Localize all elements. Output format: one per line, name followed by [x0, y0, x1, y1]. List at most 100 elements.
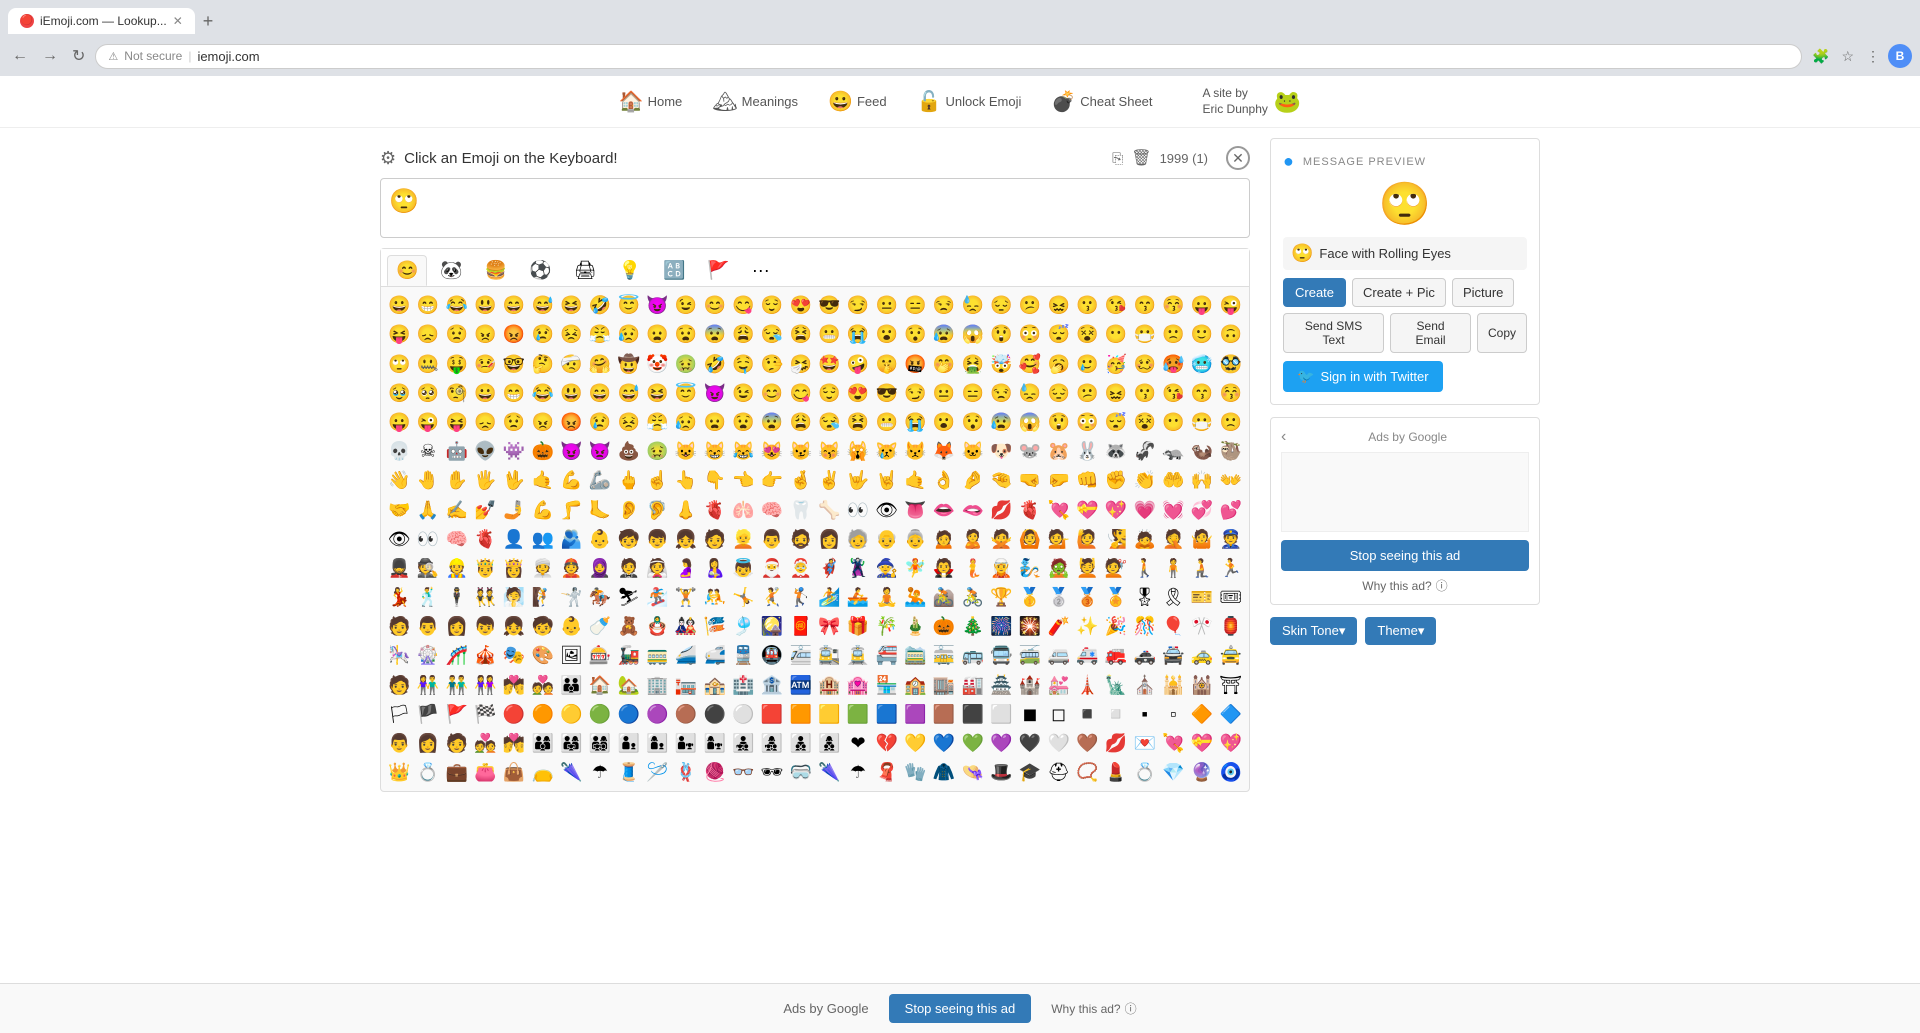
emoji-cell[interactable]: 🟪: [901, 700, 930, 729]
emoji-cell[interactable]: 🚊: [844, 641, 873, 670]
nav-home[interactable]: 🏠 Home: [619, 89, 683, 114]
emoji-cell[interactable]: 🚋: [930, 641, 959, 670]
emoji-cell[interactable]: 🧒: [528, 612, 557, 641]
emoji-cell[interactable]: 🏳: [385, 700, 414, 729]
emoji-cell[interactable]: 🤎: [1073, 729, 1102, 758]
emoji-cell[interactable]: 💕: [1216, 496, 1245, 525]
emoji-cell[interactable]: 🙃: [1216, 320, 1245, 349]
emoji-cell[interactable]: 🧨: [1044, 612, 1073, 641]
emoji-cell[interactable]: 👿: [586, 437, 615, 466]
emoji-cell[interactable]: 👆: [672, 466, 701, 495]
emoji-cell[interactable]: 🌂: [815, 758, 844, 787]
emoji-cell[interactable]: 😩: [729, 320, 758, 349]
emoji-cell[interactable]: 😋: [786, 379, 815, 408]
emoji-cell[interactable]: 😰: [987, 408, 1016, 437]
emoji-cell[interactable]: 🔶: [1188, 700, 1217, 729]
emoji-cell[interactable]: 🟩: [844, 700, 873, 729]
emoji-cell[interactable]: 💞: [1188, 496, 1217, 525]
emoji-input-area[interactable]: 🙄: [380, 178, 1250, 238]
emoji-cell[interactable]: 💪: [557, 466, 586, 495]
emoji-cell[interactable]: 😖: [1044, 291, 1073, 320]
emoji-cell[interactable]: 🦴: [815, 496, 844, 525]
close-button[interactable]: ✕: [1226, 146, 1250, 170]
emoji-cell[interactable]: 🟤: [672, 700, 701, 729]
emoji-cell[interactable]: 👨‍👩‍👧‍👦: [586, 729, 615, 758]
emoji-cell[interactable]: ⬛: [958, 700, 987, 729]
emoji-cell[interactable]: 🤢: [672, 350, 701, 379]
emoji-cell[interactable]: 👰: [643, 554, 672, 583]
emoji-cell[interactable]: 🏡: [614, 671, 643, 700]
emoji-cell[interactable]: 😴: [1044, 320, 1073, 349]
emoji-cell[interactable]: 😊: [700, 291, 729, 320]
nav-unlock-emoji[interactable]: 🔓 Unlock Emoji: [917, 89, 1022, 114]
emoji-cell[interactable]: 🏂: [643, 583, 672, 612]
emoji-cell[interactable]: 🚝: [872, 641, 901, 670]
emoji-cell[interactable]: 👨: [385, 729, 414, 758]
emoji-cell[interactable]: 😏: [901, 379, 930, 408]
nav-feed[interactable]: 😀 Feed: [828, 89, 887, 114]
emoji-cell[interactable]: 😀: [385, 291, 414, 320]
emoji-cell[interactable]: ▫: [1159, 700, 1188, 729]
emoji-cell[interactable]: 🙌: [1188, 466, 1217, 495]
emoji-cell[interactable]: 👨‍👦: [614, 729, 643, 758]
emoji-cell[interactable]: 👊: [1073, 466, 1102, 495]
emoji-cell[interactable]: 👈: [729, 466, 758, 495]
emoji-cell[interactable]: 😝: [442, 408, 471, 437]
emoji-cell[interactable]: 🚆: [729, 641, 758, 670]
emoji-cell[interactable]: 🚖: [1216, 641, 1245, 670]
emoji-cell[interactable]: 😜: [414, 408, 443, 437]
emoji-cell[interactable]: 🥇: [1016, 583, 1045, 612]
emoji-cell[interactable]: 👸: [500, 554, 529, 583]
emoji-cell[interactable]: 🏅: [1102, 583, 1131, 612]
emoji-cell[interactable]: 🕍: [1188, 671, 1217, 700]
emoji-cell[interactable]: 💅: [471, 496, 500, 525]
emoji-cell[interactable]: 😗: [1073, 291, 1102, 320]
emoji-cell[interactable]: 🎋: [872, 612, 901, 641]
emoji-cell[interactable]: 🚴: [958, 583, 987, 612]
trash-icon[interactable]: 🗑: [1131, 148, 1151, 168]
emoji-cell[interactable]: 🤮: [958, 350, 987, 379]
emoji-cell[interactable]: 🏁: [471, 700, 500, 729]
tab-symbols[interactable]: 🔠: [654, 255, 694, 286]
emoji-cell[interactable]: 🧟: [1044, 554, 1073, 583]
emoji-cell[interactable]: 🥳: [1102, 350, 1131, 379]
emoji-cell[interactable]: 👋: [385, 466, 414, 495]
emoji-cell[interactable]: 🎑: [758, 612, 787, 641]
emoji-cell[interactable]: 😳: [1073, 408, 1102, 437]
emoji-cell[interactable]: 💁: [1044, 525, 1073, 554]
emoji-cell[interactable]: 🏨: [815, 671, 844, 700]
emoji-cell[interactable]: 😲: [987, 320, 1016, 349]
emoji-cell[interactable]: 🏢: [643, 671, 672, 700]
emoji-cell[interactable]: 👳: [528, 554, 557, 583]
emoji-cell[interactable]: ✊: [1102, 466, 1131, 495]
profile-button[interactable]: ⋮: [1862, 46, 1884, 67]
emoji-cell[interactable]: 🦷: [786, 496, 815, 525]
emoji-cell[interactable]: 🥰: [1016, 350, 1045, 379]
emoji-cell[interactable]: 🚣: [844, 583, 873, 612]
emoji-cell[interactable]: 🧍: [1159, 554, 1188, 583]
emoji-cell[interactable]: 🦥: [1216, 437, 1245, 466]
emoji-cell[interactable]: 💘: [1159, 729, 1188, 758]
emoji-cell[interactable]: 💖: [1102, 496, 1131, 525]
emoji-cell[interactable]: 🎍: [901, 612, 930, 641]
emoji-cell[interactable]: 🤑: [442, 350, 471, 379]
emoji-cell[interactable]: 👉: [758, 466, 787, 495]
emoji-cell[interactable]: 😃: [471, 291, 500, 320]
emoji-cell[interactable]: 🗼: [1073, 671, 1102, 700]
emoji-cell[interactable]: 🌂: [557, 758, 586, 787]
emoji-cell[interactable]: 👨‍👩‍👧: [557, 729, 586, 758]
emoji-cell[interactable]: ☂: [586, 758, 615, 787]
emoji-cell[interactable]: 🏇: [586, 583, 615, 612]
emoji-cell[interactable]: 🙄: [385, 350, 414, 379]
emoji-cell[interactable]: 👴: [872, 525, 901, 554]
emoji-cell[interactable]: 🤬: [901, 350, 930, 379]
emoji-cell[interactable]: 🦻: [643, 496, 672, 525]
emoji-cell[interactable]: 😃: [557, 379, 586, 408]
emoji-cell[interactable]: 🤛: [1044, 466, 1073, 495]
emoji-cell[interactable]: 🎫: [1188, 583, 1217, 612]
emoji-cell[interactable]: 🧛: [930, 554, 959, 583]
emoji-cell[interactable]: 😗: [1130, 379, 1159, 408]
emoji-cell[interactable]: 🤘: [872, 466, 901, 495]
emoji-cell[interactable]: 🎀: [815, 612, 844, 641]
emoji-cell[interactable]: 😖: [1102, 379, 1131, 408]
